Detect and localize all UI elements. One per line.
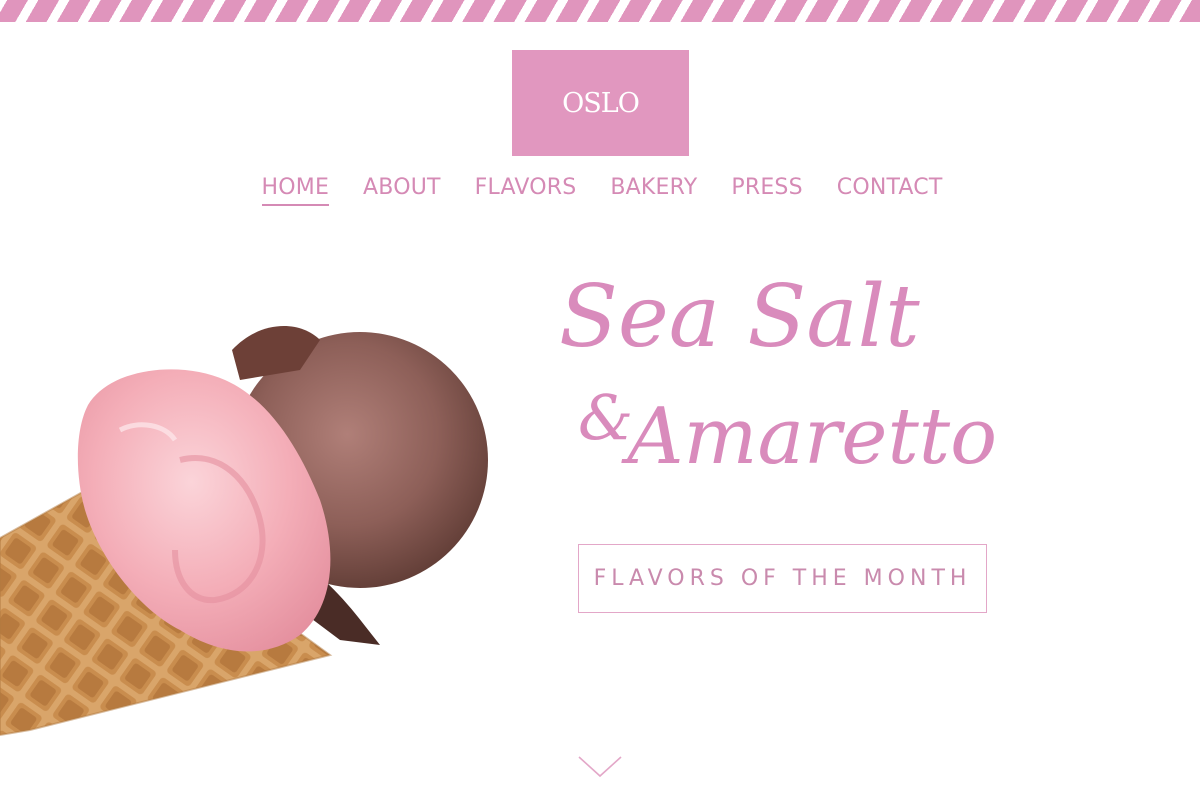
- headline-line-1: Sea Salt: [559, 267, 920, 367]
- flavors-of-the-month-button[interactable]: FLAVORS OF THE MONTH: [578, 544, 987, 613]
- hero-headline: Sea Salt &Amaretto: [555, 270, 1055, 491]
- headline-line-2: &Amaretto: [578, 364, 1055, 491]
- nav-item-flavors[interactable]: FLAVORS: [475, 173, 577, 206]
- nav-item-press[interactable]: PRESS: [731, 173, 802, 206]
- nav-item-contact[interactable]: CONTACT: [837, 173, 943, 206]
- main-nav: HOME ABOUT FLAVORS BAKERY PRESS CONTACT: [0, 173, 1200, 206]
- decorative-stripe-border: [0, 0, 1200, 22]
- cta-label: FLAVORS OF THE MONTH: [593, 566, 972, 591]
- hero-ice-cream-image: [0, 310, 520, 740]
- logo[interactable]: OSLO: [512, 50, 689, 156]
- logo-text: OSLO: [562, 87, 640, 119]
- nav-item-bakery[interactable]: BAKERY: [610, 173, 697, 206]
- nav-item-home[interactable]: HOME: [261, 173, 330, 206]
- headline-word-amaretto: Amaretto: [627, 392, 998, 482]
- chevron-down-icon[interactable]: [578, 756, 622, 778]
- nav-item-about[interactable]: ABOUT: [363, 173, 441, 206]
- headline-ampersand: &: [578, 381, 634, 454]
